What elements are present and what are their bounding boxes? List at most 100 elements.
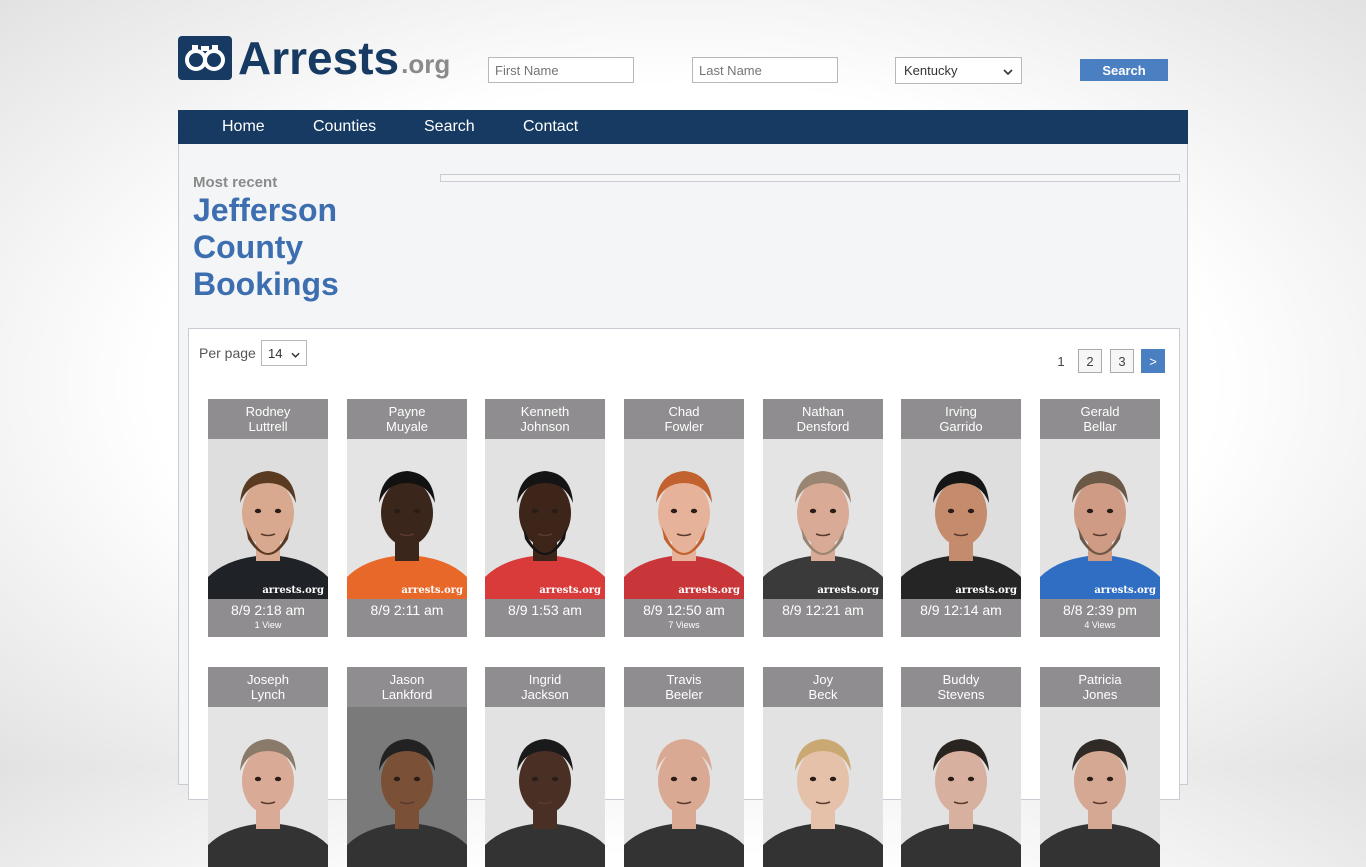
mugshot-figure bbox=[485, 739, 605, 867]
booking-footer: 8/9 2:11 am bbox=[347, 599, 467, 637]
booking-card[interactable]: Patricia Jones bbox=[1040, 667, 1160, 867]
booking-card[interactable]: Buddy Stevens bbox=[901, 667, 1021, 867]
watermark-label: arrests.org bbox=[539, 585, 601, 596]
booking-card[interactable]: Irving Garrido arrests.org 8/9 12:14 am bbox=[901, 399, 1021, 637]
booking-last-name: Beeler bbox=[665, 687, 703, 702]
booking-first-name: Rodney bbox=[245, 404, 291, 419]
booking-card[interactable]: Nathan Densford arrests.org 8/9 12:21 am bbox=[763, 399, 883, 637]
logo-wordmark: Arrests bbox=[238, 32, 400, 84]
state-select[interactable]: Kentucky bbox=[895, 57, 1022, 84]
nav-home[interactable]: Home bbox=[222, 110, 265, 144]
mugshot-photo[interactable] bbox=[1040, 707, 1160, 867]
booking-name: Chad Fowler bbox=[624, 399, 744, 439]
booking-first-name: Irving bbox=[945, 404, 977, 419]
handcuffs-logo-icon bbox=[178, 36, 232, 80]
booking-card[interactable]: Kenneth Johnson arrests.org 8/9 1:53 am bbox=[485, 399, 605, 637]
booking-views: 4 Views bbox=[1084, 620, 1116, 630]
mugshot-photo[interactable]: arrests.org bbox=[208, 439, 328, 599]
watermark-label: arrests.org bbox=[262, 585, 324, 596]
mugshot-photo[interactable]: arrests.org bbox=[347, 439, 467, 599]
booking-name: Gerald Bellar bbox=[1040, 399, 1160, 439]
booking-first-name: Ingrid bbox=[528, 672, 562, 687]
mugshot-photo[interactable]: arrests.org bbox=[624, 439, 744, 599]
booking-last-name: Beck bbox=[808, 687, 838, 702]
booking-name: Payne Muyale bbox=[347, 399, 467, 439]
mugshot-photo[interactable] bbox=[208, 707, 328, 867]
page-current: 1 bbox=[1057, 353, 1065, 369]
mugshot-figure bbox=[485, 471, 605, 599]
booking-first-name: Patricia bbox=[1078, 672, 1122, 687]
booking-name: Rodney Luttrell bbox=[208, 399, 328, 439]
booking-first-name: Gerald bbox=[1080, 404, 1120, 419]
nav-counties[interactable]: Counties bbox=[313, 110, 376, 144]
booking-footer: 8/9 12:50 am 7 Views bbox=[624, 599, 744, 637]
booking-name: Patricia Jones bbox=[1040, 667, 1160, 707]
mugshot-figure bbox=[763, 471, 883, 599]
booking-last-name: Bellar bbox=[1083, 419, 1117, 434]
site-logo[interactable]: Arrests .org bbox=[178, 34, 450, 82]
booking-views: 1 View bbox=[254, 620, 282, 630]
booking-time: 8/9 1:53 am bbox=[508, 602, 582, 618]
first-name-input[interactable] bbox=[488, 57, 634, 83]
mugshot-photo[interactable]: arrests.org bbox=[901, 439, 1021, 599]
booking-card[interactable]: Rodney Luttrell arrests.org 8/9 2:18 am 1 Vi… bbox=[208, 399, 328, 637]
booking-name: Ingrid Jackson bbox=[485, 667, 605, 707]
ad-placeholder bbox=[440, 174, 1180, 182]
mugshot-photo[interactable] bbox=[485, 707, 605, 867]
booking-last-name: Jones bbox=[1082, 687, 1118, 702]
mugshot-photo[interactable]: arrests.org bbox=[485, 439, 605, 599]
chevron-down-icon bbox=[291, 346, 300, 361]
page-link-3[interactable]: 3 bbox=[1110, 349, 1134, 373]
booking-first-name: Joseph bbox=[247, 672, 289, 687]
booking-last-name: Muyale bbox=[386, 419, 428, 434]
booking-last-name: Garrido bbox=[939, 419, 983, 434]
mugshot-photo[interactable] bbox=[763, 707, 883, 867]
booking-card[interactable]: Ingrid Jackson bbox=[485, 667, 605, 867]
booking-card[interactable]: Gerald Bellar arrests.org 8/8 2:39 pm 4 View… bbox=[1040, 399, 1160, 637]
booking-footer: 8/9 12:14 am bbox=[901, 599, 1021, 637]
per-page-label: Per page bbox=[199, 345, 256, 361]
nav-search[interactable]: Search bbox=[424, 110, 475, 144]
per-page-value: 14 bbox=[268, 345, 283, 361]
mugshot-figure bbox=[901, 471, 1021, 599]
bookings-panel: Per page 14 1 2 3 > Rodney Luttrell arrest… bbox=[188, 328, 1180, 867]
watermark-label: arrests.org bbox=[955, 585, 1017, 596]
booking-first-name: Payne bbox=[388, 404, 426, 419]
booking-first-name: Buddy bbox=[942, 672, 980, 687]
content-area: Most recent Jefferson County Bookings Pe… bbox=[178, 144, 1188, 867]
mugshot-photo[interactable] bbox=[901, 707, 1021, 867]
mugshot-photo[interactable]: arrests.org bbox=[1040, 439, 1160, 599]
booking-last-name: Stevens bbox=[937, 687, 985, 702]
booking-time: 8/8 2:39 pm bbox=[1063, 602, 1137, 618]
booking-card[interactable]: Payne Muyale arrests.org 8/9 2:11 am bbox=[347, 399, 467, 637]
booking-last-name: Jackson bbox=[521, 687, 569, 702]
booking-card[interactable]: Chad Fowler arrests.org 8/9 12:50 am 7 Views bbox=[624, 399, 744, 637]
booking-last-name: Lankford bbox=[381, 687, 433, 702]
booking-card[interactable]: Joseph Lynch bbox=[208, 667, 328, 867]
booking-last-name: Johnson bbox=[520, 419, 570, 434]
search-button[interactable]: Search bbox=[1080, 59, 1168, 81]
per-page-select[interactable]: 14 bbox=[261, 340, 307, 366]
mugshot-figure bbox=[763, 739, 883, 867]
booking-name: Kenneth Johnson bbox=[485, 399, 605, 439]
watermark-label: arrests.org bbox=[401, 585, 463, 596]
booking-time: 8/9 2:18 am bbox=[231, 602, 305, 618]
booking-first-name: Nathan bbox=[802, 404, 844, 419]
nav-contact[interactable]: Contact bbox=[523, 110, 578, 144]
last-name-input[interactable] bbox=[692, 57, 838, 83]
booking-card[interactable]: Travis Beeler bbox=[624, 667, 744, 867]
booking-last-name: Fowler bbox=[664, 419, 704, 434]
booking-card[interactable]: Joy Beck bbox=[763, 667, 883, 867]
mugshot-photo[interactable] bbox=[347, 707, 467, 867]
mugshot-photo[interactable]: arrests.org bbox=[763, 439, 883, 599]
page-next-button[interactable]: > bbox=[1141, 349, 1165, 373]
kicker-label: Most recent bbox=[193, 174, 278, 191]
mugshot-photo[interactable] bbox=[624, 707, 744, 867]
booking-card[interactable]: Jason Lankford bbox=[347, 667, 467, 867]
logo-tld: .org bbox=[401, 49, 451, 79]
booking-last-name: Lynch bbox=[250, 687, 286, 702]
page-link-2[interactable]: 2 bbox=[1078, 349, 1102, 373]
booking-name: Joseph Lynch bbox=[208, 667, 328, 707]
booking-first-name: Travis bbox=[666, 672, 702, 687]
booking-time: 8/9 12:21 am bbox=[782, 602, 864, 618]
